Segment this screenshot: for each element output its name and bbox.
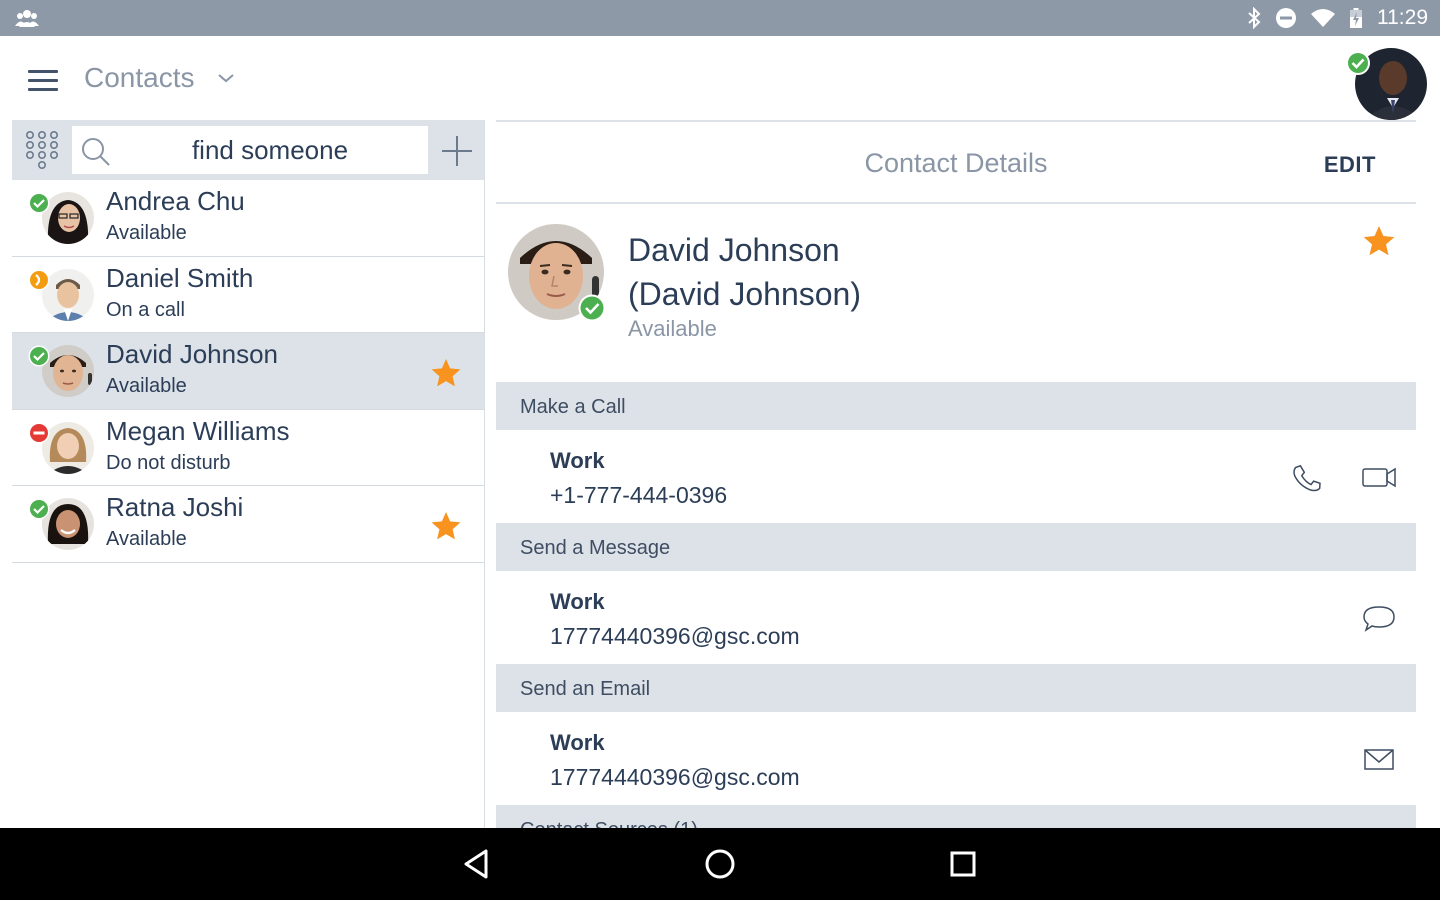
phone-icon[interactable] xyxy=(1288,458,1326,496)
on-call-status-icon xyxy=(28,269,50,290)
favorite-star-icon[interactable] xyxy=(430,510,462,542)
section-make-a-call: Make a Call xyxy=(496,382,1416,430)
contact-row-megan-williams[interactable]: Megan Williams Do not disturb xyxy=(12,409,484,486)
envelope-icon[interactable] xyxy=(1360,740,1398,778)
hamburger-menu-icon[interactable] xyxy=(28,70,58,94)
details-header: Contact Details EDIT xyxy=(496,120,1416,204)
contact-name: Andrea Chu xyxy=(106,186,245,216)
contact-status: Available xyxy=(106,375,187,397)
dnd-icon xyxy=(1276,8,1296,28)
section-contact-sources[interactable]: Contact Sources (1) xyxy=(496,805,1416,828)
entry-label: Work xyxy=(550,730,605,755)
contact-availability: Available xyxy=(628,316,717,341)
contact-row-daniel-smith[interactable]: Daniel Smith On a call xyxy=(12,256,484,333)
search-bar xyxy=(12,120,484,180)
edit-button[interactable]: EDIT xyxy=(1324,152,1376,178)
contact-name: Megan Williams xyxy=(106,415,290,446)
wifi-icon xyxy=(1311,9,1335,27)
contact-details-panel: Contact Details EDIT David Johnson (Davi… xyxy=(496,120,1416,828)
video-camera-icon[interactable] xyxy=(1360,458,1398,496)
contact-row-david-johnson[interactable]: David Johnson Available xyxy=(12,333,484,410)
available-status-icon xyxy=(28,498,50,520)
favorite-star-icon[interactable] xyxy=(430,357,462,389)
search-box xyxy=(72,126,428,174)
chevron-down-icon[interactable] xyxy=(216,68,236,88)
contact-row-ratna-joshi[interactable]: Ratna Joshi Available xyxy=(12,486,484,563)
contact-status: On a call xyxy=(106,298,185,321)
back-icon[interactable] xyxy=(460,846,496,882)
favorite-star-icon[interactable] xyxy=(1362,224,1396,258)
app-bar: Contacts xyxy=(0,36,1440,120)
entry-label: Work xyxy=(550,589,605,614)
entry-label: Work xyxy=(550,448,605,473)
details-title: Contact Details xyxy=(864,148,1048,178)
phone-number: +1-777-444-0396 xyxy=(550,482,728,508)
section-send-an-email: Send an Email xyxy=(496,664,1416,712)
add-contact-icon[interactable] xyxy=(440,134,474,168)
search-input[interactable] xyxy=(120,130,420,170)
contact-full-name: David Johnson (David Johnson) xyxy=(628,228,861,316)
available-status-icon xyxy=(578,294,606,322)
contacts-panel: Andrea Chu Available Daniel Smith On a c… xyxy=(12,120,484,828)
email-address: 17774440396@gsc.com xyxy=(550,764,800,790)
contact-list: Andrea Chu Available Daniel Smith On a c… xyxy=(12,180,484,563)
available-status-icon xyxy=(1346,51,1370,75)
email-entry: Work 17774440396@gsc.com xyxy=(496,712,1416,805)
clock: 11:29 xyxy=(1377,6,1428,29)
bluetooth-icon xyxy=(1248,7,1261,29)
battery-charging-icon xyxy=(1350,8,1362,28)
dialpad-icon[interactable] xyxy=(24,130,60,170)
people-icon xyxy=(15,10,39,27)
chat-bubble-icon[interactable] xyxy=(1360,599,1398,637)
message-address: 17774440396@gsc.com xyxy=(550,623,800,649)
contact-row-andrea-chu[interactable]: Andrea Chu Available xyxy=(12,180,484,257)
contact-name: Ratna Joshi xyxy=(106,492,244,522)
home-icon[interactable] xyxy=(702,846,738,882)
section-send-a-message: Send a Message xyxy=(496,523,1416,571)
contact-status: Available xyxy=(106,528,187,550)
contact-name: Daniel Smith xyxy=(106,262,254,293)
available-status-icon xyxy=(28,192,50,214)
contact-status: Available xyxy=(106,222,187,244)
contact-status: Do not disturb xyxy=(106,451,231,474)
search-icon xyxy=(82,138,110,166)
page-title[interactable]: Contacts xyxy=(84,62,195,94)
dnd-status-icon xyxy=(28,422,50,443)
contact-name: David Johnson xyxy=(106,339,278,369)
contact-name-line1: David Johnson xyxy=(628,232,840,268)
available-status-icon xyxy=(28,345,50,367)
message-entry: Work 17774440396@gsc.com xyxy=(496,571,1416,664)
call-entry: Work +1-777-444-0396 xyxy=(496,430,1416,523)
panel-divider xyxy=(484,120,485,828)
contact-name-line2: (David Johnson) xyxy=(628,276,861,312)
navigation-bar xyxy=(0,828,1440,900)
status-bar: 11:29 xyxy=(0,0,1440,36)
recents-icon[interactable] xyxy=(945,846,981,882)
